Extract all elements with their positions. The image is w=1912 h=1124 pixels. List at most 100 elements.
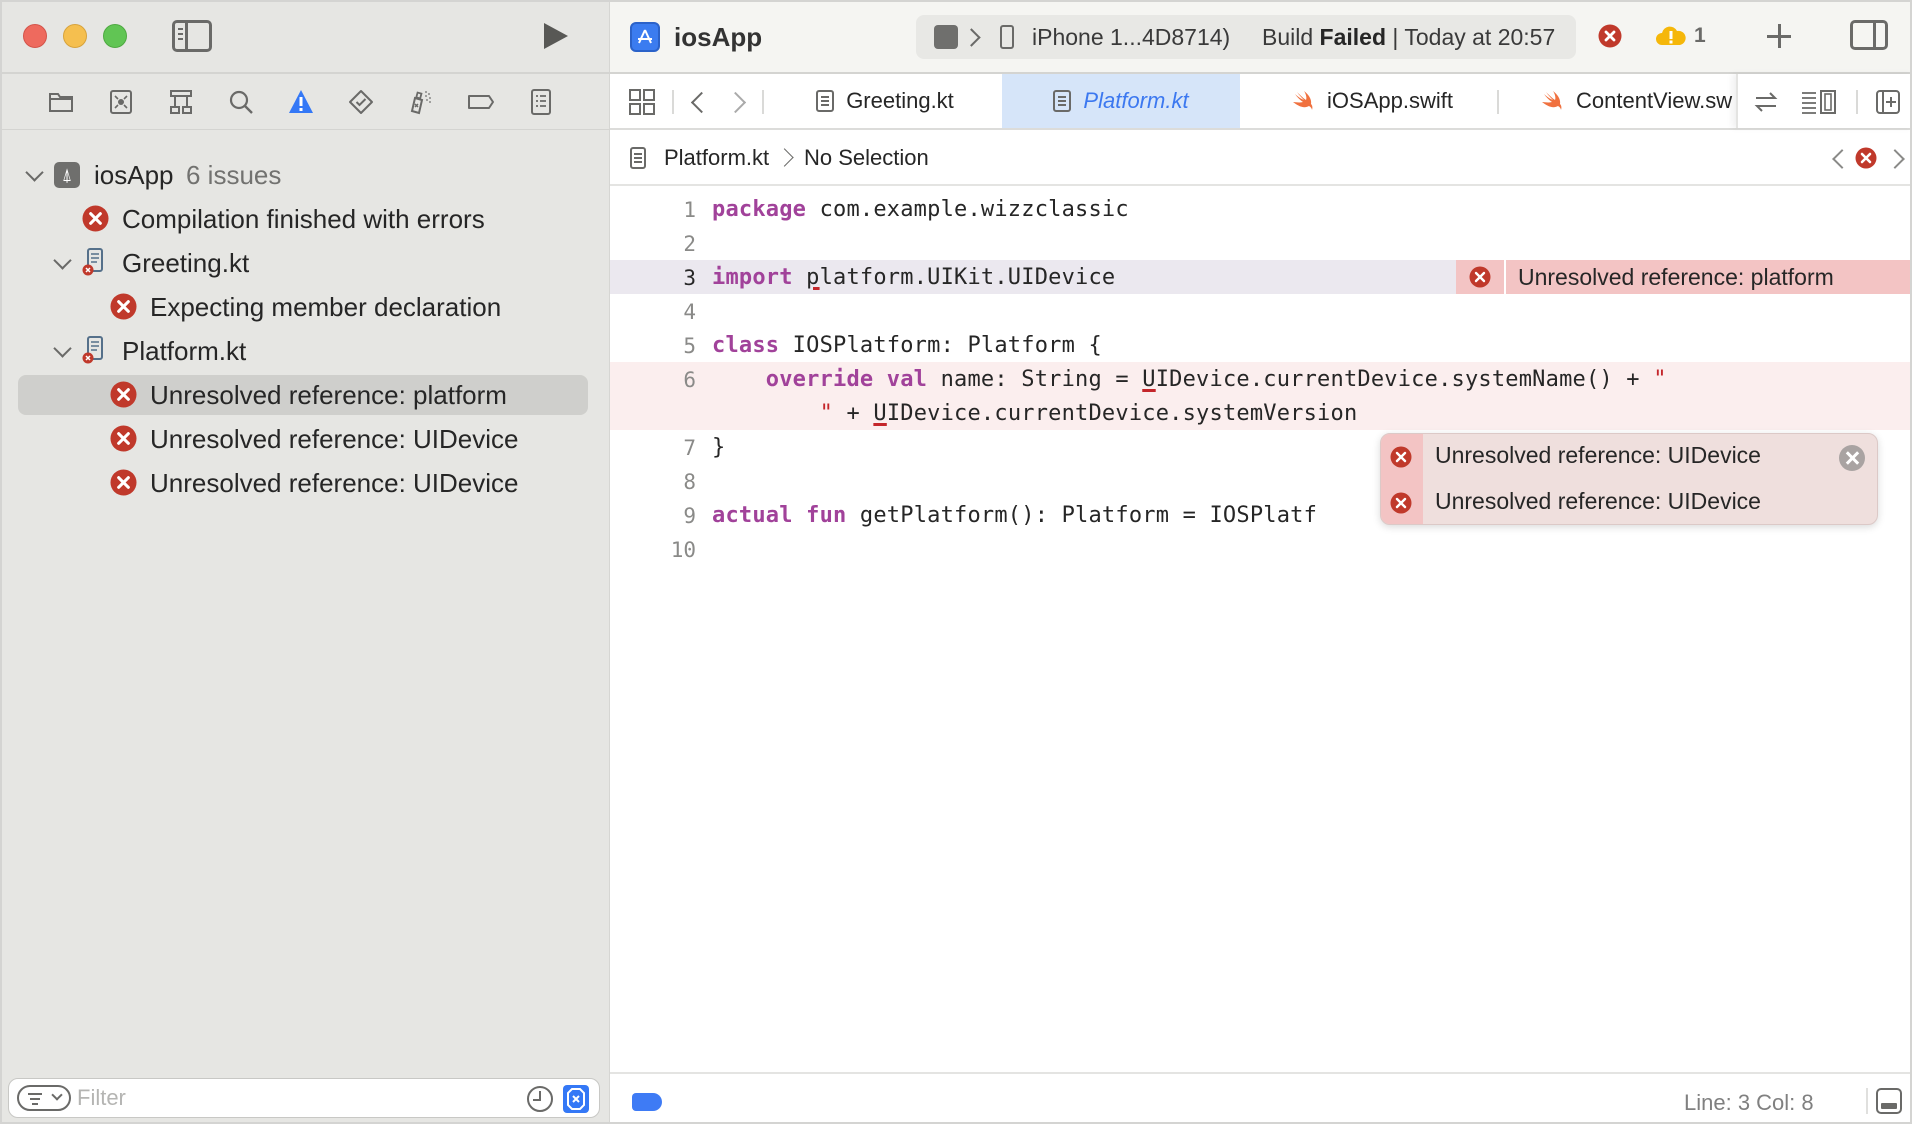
scheme-destination-selector[interactable]: iPhone 1...4D8714) Build Failed | Today … <box>916 15 1576 59</box>
code-text: name: String = <box>927 367 1143 392</box>
tab-platform-kt[interactable]: Platform.kt <box>1002 74 1240 128</box>
previous-issue-button[interactable] <box>1830 148 1848 170</box>
tree-issue-row[interactable]: Compilation finished with errors <box>18 199 588 239</box>
related-items-grid-icon[interactable] <box>628 88 656 116</box>
next-issue-button[interactable] <box>1888 148 1906 170</box>
run-button[interactable] <box>540 20 572 52</box>
go-back-button[interactable] <box>688 90 708 114</box>
warning-indicator[interactable]: 1 <box>1656 24 1706 48</box>
list-icon <box>531 89 551 115</box>
editor-options-icon[interactable] <box>1800 88 1840 116</box>
code-line[interactable]: 2 <box>610 226 1910 260</box>
chevron-right-icon <box>782 144 792 172</box>
toggle-debug-area-button[interactable] <box>1876 1088 1902 1114</box>
tree-file-row[interactable]: Platform.kt <box>18 331 588 371</box>
error-icon[interactable] <box>1855 147 1877 169</box>
issue-label: Compilation finished with errors <box>122 204 485 234</box>
add-library-button[interactable] <box>1764 18 1794 54</box>
popover-error-row[interactable]: Unresolved reference: UIDevice <box>1381 480 1877 524</box>
divider <box>1866 1088 1868 1114</box>
code-line[interactable]: 4 <box>610 294 1910 328</box>
tab-label: iOSApp.swift <box>1327 88 1453 113</box>
tree-file-row[interactable]: Greeting.kt <box>18 243 588 283</box>
swift-icon <box>1293 91 1313 110</box>
tab-iosapp-swift[interactable]: iOSApp.swift <box>1242 74 1502 128</box>
breadcrumb-file[interactable]: Platform.kt <box>664 145 769 171</box>
chevron-down-icon[interactable] <box>24 165 44 185</box>
toggle-navigator-button[interactable] <box>172 20 212 52</box>
errors-only-toggle[interactable] <box>563 1085 589 1113</box>
issue-navigator-tab[interactable] <box>284 86 318 118</box>
kotlin-file-icon[interactable] <box>630 147 646 169</box>
error-icon <box>82 205 109 232</box>
code-text: + <box>833 401 874 426</box>
tab-label: ContentView.sw <box>1576 88 1733 113</box>
source-control-navigator-tab[interactable] <box>104 86 138 118</box>
warning-triangle-icon <box>289 90 313 113</box>
close-popover-button[interactable] <box>1839 445 1865 471</box>
popover-error-message: Unresolved reference: UIDevice <box>1435 488 1761 514</box>
tab-contentview-swift[interactable]: ContentView.sw <box>1540 74 1740 128</box>
line-number: 1 <box>683 198 696 222</box>
go-forward-button[interactable] <box>728 90 748 114</box>
tree-issue-row[interactable]: Unresolved reference: UIDevice <box>18 463 588 503</box>
debug-navigator-tab[interactable] <box>404 86 438 118</box>
breadcrumb-selection[interactable]: No Selection <box>804 145 929 171</box>
issue-label: Unresolved reference: UIDevice <box>150 468 519 498</box>
navigator-filter-bar <box>8 1078 600 1118</box>
close-window-button[interactable] <box>23 24 47 48</box>
chevron-down-icon[interactable] <box>52 341 72 361</box>
divider <box>1497 90 1499 114</box>
toggle-inspector-button[interactable] <box>1850 20 1888 50</box>
breakpoint-navigator-tab[interactable] <box>464 86 498 118</box>
line-number: 9 <box>683 504 696 528</box>
spray-icon <box>410 91 431 115</box>
add-editor-split-icon[interactable] <box>1874 88 1902 116</box>
test-navigator-tab[interactable] <box>344 86 378 118</box>
zoom-window-button[interactable] <box>103 24 127 48</box>
code-line-error[interactable]: 6 override val name: String = UIDevice.c… <box>610 362 1910 430</box>
code-text: com.example.wizzclassic <box>806 197 1129 222</box>
keyword: class <box>712 333 780 358</box>
app-icon: ⍋ <box>54 162 80 188</box>
tree-issue-row[interactable]: Expecting member declaration <box>18 287 588 327</box>
symbol-navigator-tab[interactable] <box>164 86 198 118</box>
filter-input[interactable] <box>77 1083 517 1113</box>
run-destination[interactable]: iPhone 1...4D8714) <box>1032 24 1230 51</box>
code-line[interactable]: 1 package com.example.wizzclassic <box>610 192 1910 226</box>
filter-options-button[interactable] <box>17 1085 71 1111</box>
error-octagon-icon <box>567 1088 585 1110</box>
tree-project-row[interactable]: ⍋ iosApp 6 issues <box>18 155 588 195</box>
build-status-time: | Today at 20:57 <box>1392 24 1556 50</box>
breakpoints-toggle[interactable] <box>632 1093 662 1111</box>
code-line-current[interactable]: 3 import platform.UIKit.UIDevice Unresol… <box>610 260 1910 294</box>
popover-error-message: Unresolved reference: UIDevice <box>1435 442 1761 468</box>
cursor-position: Line: 3 Col: 8 <box>1684 1090 1814 1115</box>
code-line[interactable]: 5 class IOSPlatform: Platform { <box>610 328 1910 362</box>
inline-error-annotation[interactable]: Unresolved reference: platform <box>1456 260 1910 294</box>
code-line[interactable]: 10 <box>610 532 1910 566</box>
tree-issue-row-selected[interactable]: Unresolved reference: platform <box>18 375 588 415</box>
window-toolbar: iosApp iPhone 1...4D8714) Build Failed |… <box>610 2 1910 74</box>
keyword: override <box>765 367 874 392</box>
error-icon <box>1390 492 1412 514</box>
recent-filter-clock-icon[interactable] <box>527 1086 553 1112</box>
string-literal: " <box>1653 367 1667 392</box>
report-navigator-tab[interactable] <box>524 86 558 118</box>
error-squiggle: p <box>806 265 820 290</box>
find-navigator-tab[interactable] <box>224 86 258 118</box>
tab-greeting-kt[interactable]: Greeting.kt <box>770 74 1000 128</box>
swap-arrows-icon[interactable] <box>1752 88 1780 116</box>
chevron-down-icon[interactable] <box>52 253 72 273</box>
project-navigator-tab[interactable] <box>44 86 78 118</box>
line-number: 3 <box>683 266 696 290</box>
xcode-window: ⍋ iosApp 6 issues Compilation finished w… <box>0 0 1912 1124</box>
popover-error-row[interactable]: Unresolved reference: UIDevice <box>1381 434 1877 480</box>
project-name: iosApp <box>94 160 174 190</box>
tree-issue-row[interactable]: Unresolved reference: UIDevice <box>18 419 588 459</box>
error-icon[interactable] <box>1598 24 1622 48</box>
minimize-window-button[interactable] <box>63 24 87 48</box>
diamond-check-icon <box>349 90 373 114</box>
